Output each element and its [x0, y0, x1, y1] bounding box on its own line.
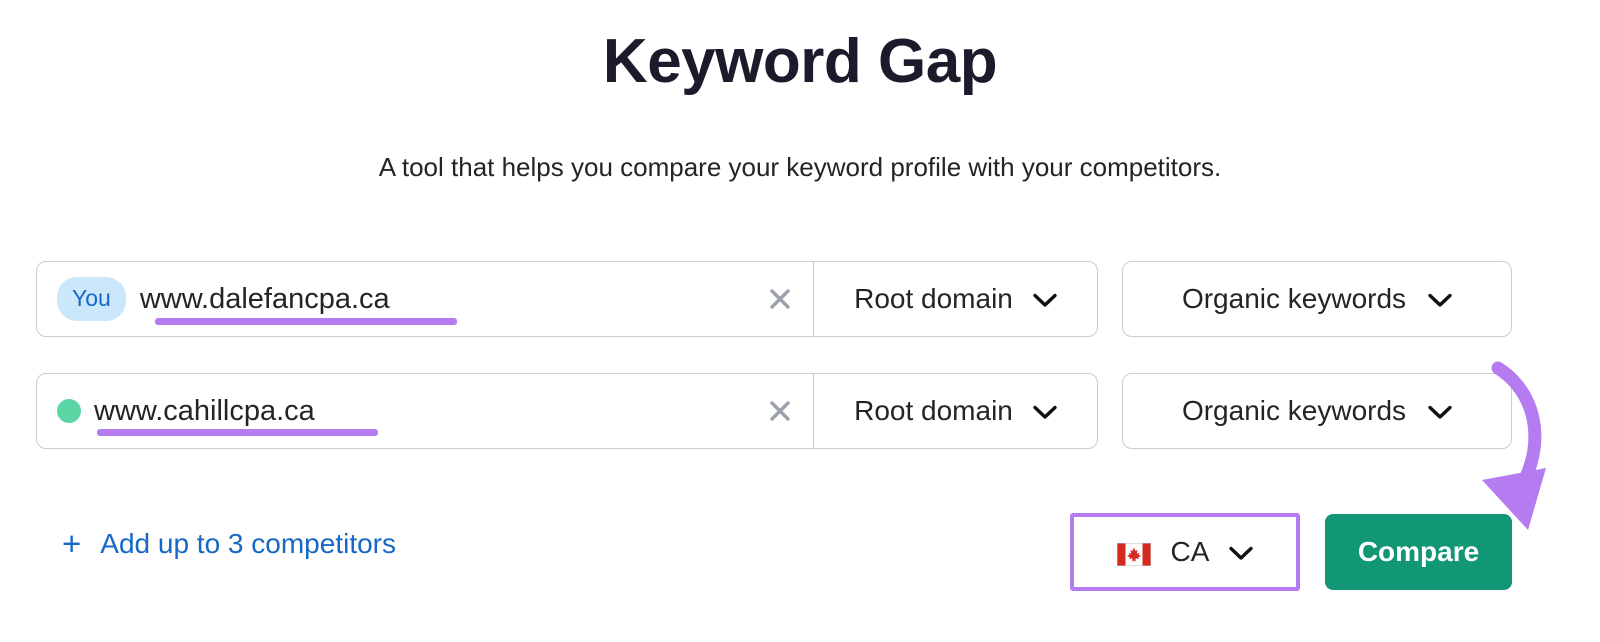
add-competitors-link[interactable]: + Add up to 3 competitors [62, 527, 396, 560]
scope-select-label: Root domain [854, 395, 1013, 427]
close-icon[interactable] [763, 282, 797, 316]
plus-icon: + [62, 527, 81, 560]
country-code-label: CA [1171, 536, 1210, 568]
flag-canada-icon [1117, 541, 1151, 564]
scope-select-1[interactable]: Root domain [814, 262, 1097, 336]
you-badge: You [57, 277, 126, 321]
domain-value: www.cahillcpa.ca [94, 397, 753, 426]
annotation-underline-domain-2 [97, 429, 378, 436]
domain-input-group: You www.dalefancpa.ca Root domain [36, 261, 1098, 337]
keyword-type-label: Organic keywords [1182, 395, 1406, 427]
competitor-row: www.cahillcpa.ca Root domain Organic key… [36, 373, 1512, 449]
chevron-down-icon [1428, 283, 1452, 315]
page-title: Keyword Gap [0, 28, 1600, 96]
add-competitors-label: Add up to 3 competitors [100, 528, 396, 560]
scope-select-2[interactable]: Root domain [814, 374, 1097, 448]
domain-value: www.dalefancpa.ca [140, 285, 753, 314]
keyword-type-select-1[interactable]: Organic keywords [1122, 261, 1512, 337]
keyword-type-label: Organic keywords [1182, 283, 1406, 315]
country-select[interactable]: CA [1076, 519, 1294, 585]
close-icon[interactable] [763, 394, 797, 428]
annotation-underline-domain-1 [155, 318, 457, 325]
domain-input-2[interactable]: www.cahillcpa.ca [37, 374, 813, 448]
chevron-down-icon [1229, 536, 1253, 568]
keyword-type-select-2[interactable]: Organic keywords [1122, 373, 1512, 449]
page-subtitle: A tool that helps you compare your keywo… [0, 152, 1600, 183]
scope-select-label: Root domain [854, 283, 1013, 315]
compare-button[interactable]: Compare [1325, 514, 1512, 590]
chevron-down-icon [1033, 395, 1057, 427]
chevron-down-icon [1033, 283, 1057, 315]
competitor-row: You www.dalefancpa.ca Root domain Organi… [36, 261, 1512, 337]
domain-input-group: www.cahillcpa.ca Root domain [36, 373, 1098, 449]
chevron-down-icon [1428, 395, 1452, 427]
competitor-color-dot [57, 399, 81, 423]
